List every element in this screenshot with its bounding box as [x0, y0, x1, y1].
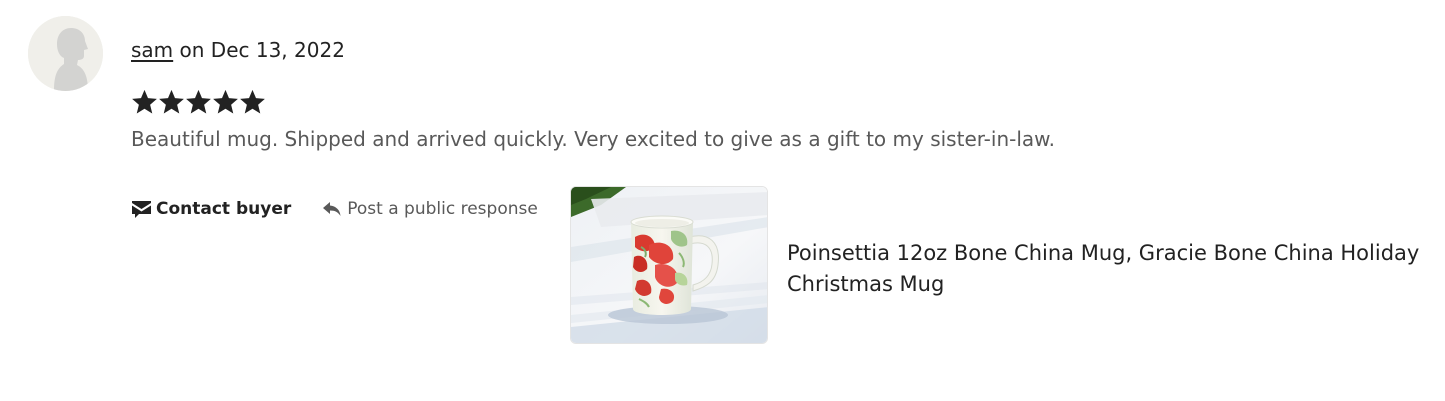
reply-arrow-icon — [323, 202, 341, 216]
listing-title-link[interactable]: Poinsettia 12oz Bone China Mug, Gracie B… — [787, 238, 1427, 300]
star-icon — [213, 89, 238, 114]
post-public-response-button[interactable]: Post a public response — [322, 196, 538, 222]
post-public-response-label: Post a public response — [347, 199, 538, 219]
review-meta: sam on Dec 13, 2022 — [131, 36, 345, 64]
reviewer-name-link[interactable]: sam — [131, 38, 173, 62]
review-actions: Contact buyer Post a public response — [131, 196, 538, 222]
contact-buyer-label: Contact buyer — [156, 199, 292, 219]
mug-photo — [571, 187, 767, 343]
review-date: on Dec 13, 2022 — [173, 38, 345, 62]
listing-image[interactable] — [570, 186, 768, 344]
star-icon — [240, 89, 265, 114]
review-card: sam on Dec 13, 2022 Beautiful mug. Shipp… — [0, 0, 1445, 401]
review-text: Beautiful mug. Shipped and arrived quick… — [131, 127, 1056, 151]
star-icon — [159, 89, 184, 114]
contact-buyer-button[interactable]: Contact buyer — [131, 196, 291, 222]
envelope-icon — [132, 201, 151, 218]
star-icon — [132, 89, 157, 114]
default-avatar-icon — [28, 16, 103, 91]
reviewer-avatar[interactable] — [28, 16, 103, 91]
star-rating — [131, 88, 266, 116]
star-icon — [186, 89, 211, 114]
